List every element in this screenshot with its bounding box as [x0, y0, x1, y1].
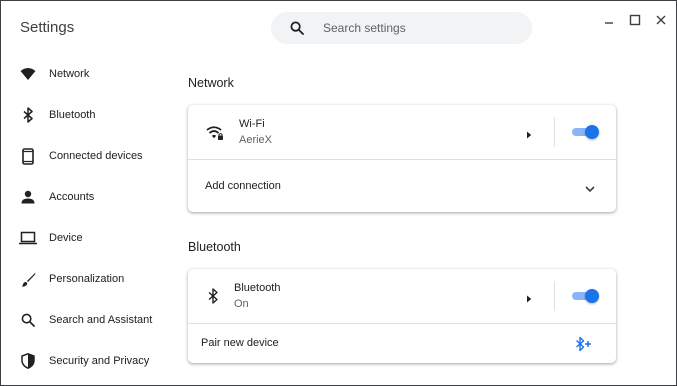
bluetooth-icon [19, 106, 37, 124]
bluetooth-add-icon[interactable] [575, 336, 593, 352]
wifi-icon [19, 65, 37, 83]
divider [554, 117, 555, 147]
wifi-label: Wi-Fi [239, 118, 265, 130]
sidebar-item-label: Connected devices [49, 150, 143, 162]
sidebar-item-label: Bluetooth [49, 109, 96, 121]
sidebar-item-device[interactable]: Device [1, 220, 181, 256]
wifi-ssid: AerieX [239, 134, 273, 146]
bluetooth-toggle[interactable] [572, 289, 600, 303]
bluetooth-label: Bluetooth [234, 282, 281, 294]
network-card: Wi-Fi AerieX Add connection [188, 105, 616, 212]
add-connection-row[interactable]: Add connection [188, 160, 616, 212]
chevron-down-icon[interactable] [584, 181, 596, 193]
sidebar-item-security-and-privacy[interactable]: Security and Privacy [1, 343, 181, 379]
bluetooth-row[interactable]: Bluetooth On [188, 269, 616, 323]
wifi-secure-icon [206, 125, 224, 141]
person-icon [19, 188, 37, 206]
settings-window: Settings Network Bluetooth [0, 0, 677, 386]
search-icon [19, 311, 37, 329]
maximize-button[interactable] [627, 12, 643, 28]
phone-icon [19, 147, 37, 165]
sidebar-item-personalization[interactable]: Personalization [1, 261, 181, 297]
sidebar-item-network[interactable]: Network [1, 56, 181, 92]
chevron-right-icon[interactable] [524, 127, 534, 139]
sidebar-item-accounts[interactable]: Accounts [1, 179, 181, 215]
divider [554, 281, 555, 311]
brush-icon [19, 270, 37, 288]
search-icon [290, 21, 304, 35]
sidebar-item-connected-devices[interactable]: Connected devices [1, 138, 181, 174]
network-section-title: Network [188, 76, 234, 90]
bluetooth-section-title: Bluetooth [188, 240, 241, 254]
sidebar-item-label: Security and Privacy [49, 355, 150, 367]
sidebar-item-label: Network [49, 68, 90, 80]
shield-icon [19, 352, 37, 370]
bluetooth-icon [207, 288, 219, 304]
laptop-icon [19, 229, 37, 247]
minimize-button[interactable] [601, 12, 617, 28]
wifi-toggle[interactable] [572, 125, 600, 139]
search-input[interactable] [323, 12, 523, 44]
pair-new-device-label: Pair new device [201, 337, 279, 349]
sidebar-item-bluetooth[interactable]: Bluetooth [1, 97, 181, 133]
close-button[interactable] [653, 12, 669, 28]
chevron-right-icon[interactable] [524, 291, 534, 303]
sidebar-item-label: Personalization [49, 273, 125, 285]
sidebar-item-label: Device [49, 232, 83, 244]
app-title: Settings [20, 19, 75, 36]
sidebar-item-search-and-assistant[interactable]: Search and Assistant [1, 302, 181, 338]
sidebar-item-label: Accounts [49, 191, 95, 203]
bluetooth-card: Bluetooth On Pair new device [188, 269, 616, 363]
bluetooth-status: On [234, 298, 249, 310]
search-box[interactable] [271, 12, 532, 44]
sidebar-item-label: Search and Assistant [49, 314, 153, 326]
pair-new-device-row[interactable]: Pair new device [188, 324, 616, 363]
wifi-row[interactable]: Wi-Fi AerieX [188, 105, 616, 159]
add-connection-label: Add connection [205, 180, 281, 192]
